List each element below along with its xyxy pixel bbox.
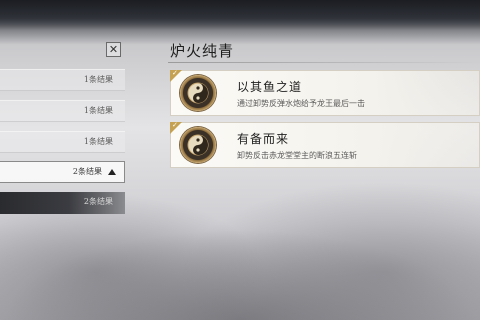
- achievement-name: 以其鱼之道: [237, 80, 303, 94]
- result-count: 2条结果: [83, 197, 113, 206]
- result-count: 1条结果: [83, 137, 113, 146]
- title-divider: [168, 62, 480, 63]
- list-item-expanded[interactable]: 2条结果: [0, 161, 125, 183]
- yin-yang-medal-icon: [180, 127, 216, 163]
- section-title: 炉火纯青: [170, 42, 235, 60]
- close-icon: ✕: [108, 43, 119, 56]
- result-list-panel: ✕ 1条结果 1条结果 1条结果 2条结果 2条结果: [0, 38, 126, 224]
- list-item[interactable]: 1条结果: [0, 131, 125, 153]
- close-button[interactable]: ✕: [106, 42, 121, 57]
- yin-yang-medal-icon: [180, 75, 216, 111]
- achievement-description: 通过卸势反弹水炮给予龙王最后一击: [237, 99, 365, 108]
- list-item[interactable]: 1条结果: [0, 69, 125, 91]
- result-count: 1条结果: [83, 106, 113, 115]
- achievement-description: 卸势反击赤龙堂堂主的断浪五连斩: [237, 151, 357, 160]
- top-shadow-band: [0, 0, 480, 30]
- achievement-card[interactable]: ✓ 有备而来 卸势反击赤龙堂堂主的断浪五连斩: [170, 122, 480, 168]
- achievement-card[interactable]: ✓ 以其鱼之道 通过卸势反弹水炮给予龙王最后一击: [170, 70, 480, 116]
- check-icon: ✓: [172, 69, 178, 77]
- check-icon: ✓: [172, 121, 178, 129]
- caret-up-icon: [108, 169, 116, 175]
- result-count: 1条结果: [83, 75, 113, 84]
- list-item[interactable]: 2条结果: [0, 192, 125, 214]
- result-count: 2条结果: [72, 167, 102, 176]
- list-item[interactable]: 1条结果: [0, 100, 125, 122]
- achievement-name: 有备而来: [237, 132, 290, 146]
